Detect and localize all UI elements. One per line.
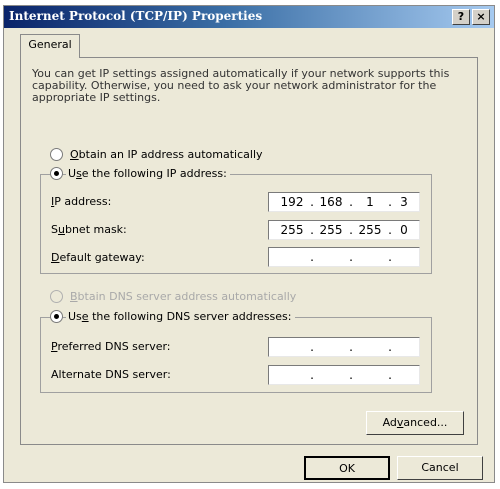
alternate-dns-label: Alternate DNS server:	[51, 368, 171, 381]
obtain-ip-auto-radio[interactable]	[50, 148, 63, 161]
ip-address-field[interactable]: 192. 168. 1. 3	[268, 192, 420, 212]
subnet-octet-2: 255	[319, 223, 343, 237]
title-bar[interactable]: Internet Protocol (TCP/IP) Properties ? …	[4, 6, 494, 28]
ok-button[interactable]: OK	[304, 456, 390, 480]
default-gateway-label: Default gateway:	[51, 251, 145, 264]
ip-octet-3: 1	[366, 195, 374, 209]
use-following-dns-label: Use the following DNS server addresses:	[66, 310, 295, 323]
subnet-mask-field[interactable]: 255. 255. 255. 0	[268, 220, 420, 240]
description-text: You can get IP settings assigned automat…	[32, 67, 450, 104]
obtain-ip-auto-label: Obtain an IP address automatically	[70, 148, 263, 161]
preferred-dns-label: Preferred DNS server:	[51, 340, 171, 353]
ip-octet-1: 192	[280, 195, 304, 209]
close-button[interactable]: ×	[472, 9, 490, 25]
obtain-dns-auto-label: Bbtain DNS server address automatically	[70, 290, 297, 303]
ip-octet-2: 168	[319, 195, 343, 209]
help-button[interactable]: ?	[452, 9, 470, 25]
subnet-octet-1: 255	[280, 223, 304, 237]
preferred-dns-field[interactable]: ...	[268, 337, 420, 357]
ip-address-label: IP address:	[51, 195, 112, 208]
window-title: Internet Protocol (TCP/IP) Properties	[9, 9, 263, 23]
obtain-dns-auto-radio[interactable]	[50, 290, 63, 303]
subnet-mask-label: Subnet mask:	[51, 223, 127, 236]
cancel-button[interactable]: Cancel	[397, 456, 483, 480]
use-following-ip-radio[interactable]	[50, 167, 63, 180]
tab-general[interactable]: General	[20, 34, 80, 58]
advanced-button[interactable]: Advanced...	[366, 411, 464, 435]
subnet-octet-4: 0	[400, 223, 408, 237]
ip-octet-4: 3	[400, 195, 408, 209]
subnet-octet-3: 255	[358, 223, 382, 237]
use-following-ip-label: Use the following IP address:	[66, 167, 230, 180]
default-gateway-field[interactable]: ...	[268, 247, 420, 267]
alternate-dns-field[interactable]: ...	[268, 365, 420, 385]
use-following-dns-radio[interactable]	[50, 310, 63, 323]
